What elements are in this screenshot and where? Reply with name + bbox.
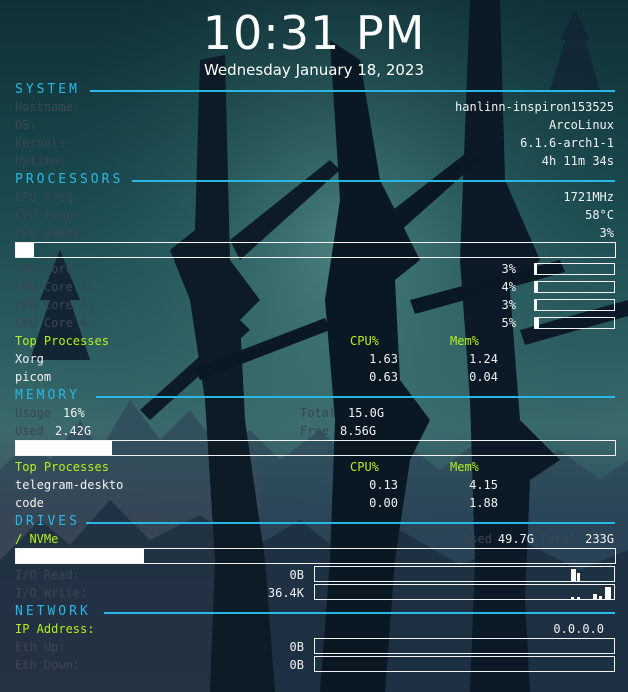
mem-top-col-cpu: CPU% (350, 460, 379, 474)
drive-used-value: 49.7G (497, 532, 534, 546)
kernel-label: Kernel: (15, 136, 66, 150)
ip-address-value: 0.0.0.0 (553, 622, 604, 636)
memory-usage-label: Usage (15, 406, 52, 420)
process-name: telegram-deskto (15, 478, 124, 492)
memory-total-value: 15.0G (348, 406, 385, 420)
section-header-drives: DRIVES (15, 514, 80, 529)
cpu-core-3-value: 3% (501, 298, 516, 312)
io-read-value: 0B (289, 568, 304, 582)
cpu-core-1-bar-fill (535, 264, 538, 274)
cpu-core-2-value: 4% (501, 280, 516, 294)
mem-top-col-mem: Mem% (450, 460, 479, 474)
process-cpu: 1.63 (369, 352, 398, 366)
io-read-graph (314, 566, 615, 582)
cpu-core-3-bar-fill (535, 300, 538, 310)
eth-down-value: 0B (289, 658, 304, 672)
section-divider (104, 612, 615, 614)
cpu-core-2-label: CPU Core 2: (15, 280, 95, 294)
drive-name: / NVMe (15, 532, 59, 546)
eth-up-label: Eth Up: (15, 640, 66, 654)
memory-used-label: Used (15, 424, 44, 438)
clock-date: Wednesday January 18, 2023 (203, 61, 425, 79)
process-cpu: 0.13 (369, 478, 398, 492)
cpu-core-4-bar-fill (535, 318, 539, 328)
eth-down-label: Eth Down: (15, 658, 81, 672)
section-divider (96, 396, 615, 398)
drive-total-value: 233G (585, 532, 614, 546)
cpu-core-3-bar (534, 299, 615, 311)
hostname-label: Hostname: (15, 100, 81, 114)
io-write-graph (314, 584, 615, 600)
cpu-core-2-bar-fill (535, 282, 539, 292)
drive-total-label: Total (539, 532, 576, 546)
cpu-freq-label: CPU Freq: (15, 190, 81, 204)
section-header-system: SYSTEM (15, 82, 80, 97)
cpu-core-4-bar (534, 317, 615, 329)
clock-time: 10:31 PM (202, 6, 426, 60)
cpu-freq-value: 1721MHz (563, 190, 614, 204)
cpu-usage-bar-fill (16, 243, 34, 257)
eth-down-graph (314, 656, 615, 672)
memory-usage-bar-fill (16, 441, 112, 455)
cpu-core-3-label: CPU Core 3: (15, 298, 95, 312)
process-name: code (15, 496, 44, 510)
cpu-core-2-bar (534, 281, 615, 293)
drive-used-label: Used (463, 532, 492, 546)
ip-address-label: IP Address: (15, 622, 95, 636)
section-header-network: NETWORK (15, 604, 91, 619)
cpu-usage-label: CPU Usage: (15, 226, 88, 240)
uptime-value: 4h 11m 34s (541, 154, 614, 168)
process-mem: 1.88 (469, 496, 498, 510)
cpu-core-1-label: CPU Core 1: (15, 262, 95, 276)
process-mem: 0.04 (469, 370, 498, 384)
process-name: picom (15, 370, 52, 384)
section-divider (86, 522, 615, 524)
section-header-memory: MEMORY (15, 388, 80, 403)
cpu-usage-value: 3% (599, 226, 614, 240)
section-divider (132, 180, 615, 182)
process-name: Xorg (15, 352, 44, 366)
section-divider (90, 90, 615, 92)
drive-usage-bar (15, 548, 616, 564)
drive-usage-bar-fill (16, 549, 144, 563)
mem-top-processes-title: Top Processes (15, 460, 109, 474)
io-write-label: I/O Write: (15, 586, 88, 600)
eth-up-graph (314, 638, 615, 654)
io-write-value: 36.4K (267, 586, 304, 600)
cpu-core-4-value: 5% (501, 316, 516, 330)
memory-total-label: Total (300, 406, 337, 420)
process-mem: 1.24 (469, 352, 498, 366)
os-label: OS: (15, 118, 37, 132)
kernel-value: 6.1.6-arch1-1 (520, 136, 614, 150)
eth-up-value: 0B (289, 640, 304, 654)
process-mem: 4.15 (469, 478, 498, 492)
io-read-label: I/O Read: (15, 568, 81, 582)
process-cpu: 0.63 (369, 370, 398, 384)
section-header-processors: PROCESSORS (15, 172, 124, 187)
os-value: ArcoLinux (548, 118, 614, 132)
memory-free-label: Free (300, 424, 329, 438)
uptime-label: Uptime: (15, 154, 66, 168)
cpu-core-4-label: CPU Core 4: (15, 316, 95, 330)
memory-used-value: 2.42G (55, 424, 92, 438)
hostname-value: hanlinn-inspiron153525 (455, 100, 614, 114)
memory-usage-value: 16% (63, 406, 85, 420)
cpu-top-processes-title: Top Processes (15, 334, 109, 348)
cpu-usage-bar (15, 242, 616, 258)
process-cpu: 0.00 (369, 496, 398, 510)
memory-usage-bar (15, 440, 616, 456)
cpu-temp-value: 58°C (585, 208, 614, 222)
cpu-core-1-value: 3% (501, 262, 516, 276)
cpu-core-1-bar (534, 263, 615, 275)
memory-free-value: 8.56G (340, 424, 377, 438)
cpu-temp-label: CPU Temp: (15, 208, 81, 222)
cpu-top-col-cpu: CPU% (350, 334, 379, 348)
cpu-top-col-mem: Mem% (450, 334, 479, 348)
